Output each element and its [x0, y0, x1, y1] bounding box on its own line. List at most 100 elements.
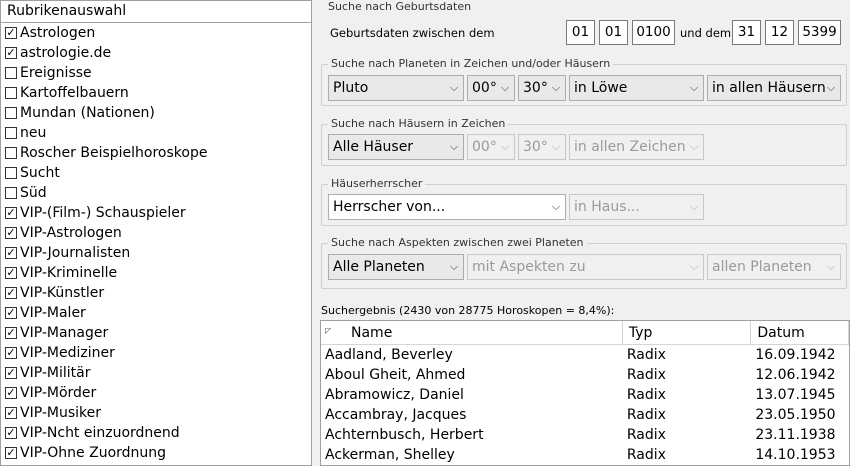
row-date: 12.06.1942 — [755, 367, 836, 383]
category-label: Mundan (Nationen) — [20, 105, 155, 121]
category-label: VIP-Mörder — [20, 385, 97, 401]
category-checkbox[interactable] — [5, 327, 17, 339]
from-month-field[interactable]: 01 — [599, 20, 628, 45]
category-checkbox[interactable] — [5, 287, 17, 299]
table-row[interactable]: Abramowicz, Daniel Radix 13.07.1945 — [321, 385, 849, 405]
category-item[interactable]: VIP-Künstler — [1, 283, 311, 303]
chevron-down-icon: ⌵ — [551, 140, 561, 153]
table-row[interactable]: Achternbusch, Herbert Radix 23.11.1938 — [321, 425, 849, 445]
category-label: VIP-Mediziner — [20, 345, 115, 361]
category-item[interactable]: Astrologen — [1, 23, 311, 43]
houses-group-title: Suche nach Häusern in Zeichen — [328, 117, 509, 130]
degree-to-select[interactable]: 30° ⌵ — [518, 75, 566, 101]
row-name: Aboul Gheit, Ahmed — [325, 367, 466, 383]
category-checkbox[interactable] — [5, 67, 17, 79]
to-year-field[interactable]: 5399 — [798, 20, 841, 45]
category-checkbox[interactable] — [5, 87, 17, 99]
house-select[interactable]: in allen Häusern ⌵ — [707, 75, 841, 101]
houses-select[interactable]: Alle Häuser ⌵ — [328, 134, 464, 160]
chevron-down-icon: ⌵ — [689, 140, 699, 153]
chevron-down-icon: ⌵ — [689, 260, 699, 273]
category-item[interactable]: Kartoffelbauern — [1, 83, 311, 103]
row-name: Aadland, Beverley — [325, 347, 453, 363]
category-checkbox[interactable] — [5, 27, 17, 39]
category-item[interactable]: VIP-(Film-) Schauspieler — [1, 203, 311, 223]
category-label: Süd — [20, 185, 47, 201]
category-label: VIP-Musiker — [20, 405, 102, 421]
aspect-planet2-select[interactable]: allen Planeten ⌵ — [707, 254, 841, 280]
from-year-field[interactable]: 0100 — [632, 20, 675, 45]
category-checkbox[interactable] — [5, 407, 17, 419]
planet-select[interactable]: Pluto ⌵ — [328, 75, 464, 101]
houses-group: Suche nach Häusern in Zeichen Alle Häuse… — [321, 117, 847, 166]
category-checkbox[interactable] — [5, 247, 17, 259]
birthdate-and-label: und dem — [680, 26, 732, 40]
category-checkbox[interactable] — [5, 207, 17, 219]
category-checkbox[interactable] — [5, 227, 17, 239]
category-checkbox[interactable] — [5, 127, 17, 139]
row-type: Radix — [626, 407, 666, 423]
ruler-select[interactable]: Herrscher von... ⌵ — [328, 194, 566, 220]
category-item[interactable]: Sucht — [1, 163, 311, 183]
category-item[interactable]: VIP-Mörder — [1, 383, 311, 403]
table-row[interactable]: Aadland, Beverley Radix 16.09.1942 — [321, 345, 849, 365]
category-checkbox[interactable] — [5, 187, 17, 199]
category-item[interactable]: VIP-Musiker — [1, 403, 311, 423]
ruler-house-select[interactable]: in Haus... ⌵ — [569, 194, 704, 220]
category-checkbox[interactable] — [5, 367, 17, 379]
houses-degree-from-select[interactable]: 00° ⌵ — [467, 134, 515, 160]
category-item[interactable]: VIP-Ohne Zuordnung — [1, 443, 311, 463]
category-item[interactable]: VIP-Manager — [1, 323, 311, 343]
from-day-field[interactable]: 01 — [566, 20, 595, 45]
category-item[interactable]: VIP-Mediziner — [1, 343, 311, 363]
category-checkbox[interactable] — [5, 307, 17, 319]
degree-from-select[interactable]: 00° ⌵ — [467, 75, 515, 101]
category-checkbox[interactable] — [5, 447, 17, 459]
category-label: VIP-Manager — [20, 325, 109, 341]
category-checkbox[interactable] — [5, 47, 17, 59]
category-item[interactable]: VIP-Kriminelle — [1, 263, 311, 283]
to-month-field[interactable]: 12 — [765, 20, 794, 45]
category-checkbox[interactable] — [5, 167, 17, 179]
category-checkbox[interactable] — [5, 107, 17, 119]
category-label: Kartoffelbauern — [20, 85, 129, 101]
category-item[interactable]: Roscher Beispielhoroskope — [1, 143, 311, 163]
category-checkbox[interactable] — [5, 267, 17, 279]
category-item[interactable]: VIP-Militär — [1, 363, 311, 383]
category-item[interactable]: astrologie.de — [1, 43, 311, 63]
category-item[interactable]: Mundan (Nationen) — [1, 103, 311, 123]
aspects-group: Suche nach Aspekten zwischen zwei Planet… — [321, 236, 847, 289]
houses-sign-select[interactable]: in allen Zeichen ⌵ — [569, 134, 704, 160]
category-checkbox[interactable] — [5, 347, 17, 359]
birthdate-group: Suche nach Geburtsdaten Geburtsdaten zwi… — [321, 0, 847, 52]
results-table[interactable]: ◸ Name Typ Datum Aadland, Beverley Radix 16… — [320, 320, 850, 466]
column-header-date[interactable]: Datum — [751, 321, 849, 344]
to-day-field[interactable]: 31 — [732, 20, 761, 45]
category-checkbox[interactable] — [5, 147, 17, 159]
category-item[interactable]: VIP-Astrologen — [1, 223, 311, 243]
category-label: Sucht — [20, 165, 60, 181]
chevron-down-icon: ⌵ — [551, 81, 561, 94]
chevron-down-icon: ⌵ — [551, 200, 561, 213]
chevron-down-icon: ⌵ — [449, 140, 459, 153]
table-row[interactable]: Accambray, Jacques Radix 23.05.1950 — [321, 405, 849, 425]
houses-degree-to-select[interactable]: 30° ⌵ — [518, 134, 566, 160]
category-item[interactable]: Ereignisse — [1, 63, 311, 83]
category-checkbox[interactable] — [5, 387, 17, 399]
aspect-planet1-select[interactable]: Alle Planeten ⌵ — [328, 254, 464, 280]
column-header-name[interactable]: ◸ Name — [321, 321, 623, 344]
row-date: 13.07.1945 — [755, 387, 836, 403]
category-checkbox[interactable] — [5, 427, 17, 439]
category-item[interactable]: neu — [1, 123, 311, 143]
chevron-down-icon: ⌵ — [449, 81, 459, 94]
row-type: Radix — [626, 367, 666, 383]
table-row[interactable]: Ackerman, Shelley Radix 14.10.1953 — [321, 445, 849, 465]
category-item[interactable]: Süd — [1, 183, 311, 203]
column-header-type[interactable]: Typ — [623, 321, 752, 344]
aspect-type-select[interactable]: mit Aspekten zu ⌵ — [467, 254, 704, 280]
table-row[interactable]: Aboul Gheit, Ahmed Radix 12.06.1942 — [321, 365, 849, 385]
category-item[interactable]: VIP-Ncht einzuordnend — [1, 423, 311, 443]
sign-select[interactable]: in Löwe ⌵ — [569, 75, 704, 101]
category-item[interactable]: VIP-Journalisten — [1, 243, 311, 263]
category-item[interactable]: VIP-Maler — [1, 303, 311, 323]
